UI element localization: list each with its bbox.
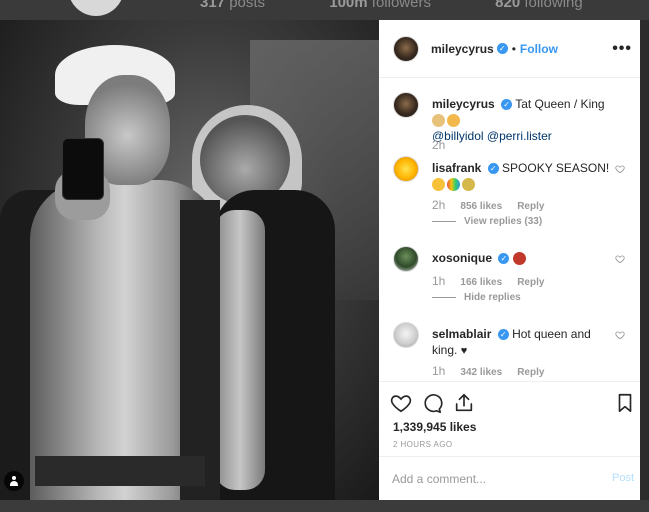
view-replies-link[interactable]: View replies (33): [432, 216, 542, 227]
comment-likes[interactable]: 166 likes: [460, 277, 502, 288]
post-comment-button[interactable]: Post: [612, 472, 634, 484]
add-comment-section: Post: [379, 456, 640, 501]
black-heart-icon: ♥: [460, 345, 468, 357]
caption-text: Tat Queen / King: [515, 97, 605, 111]
comment-time[interactable]: 1h: [432, 274, 445, 288]
caption-username[interactable]: mileycyrus: [432, 97, 495, 111]
comment-body: lisafrank ✓ SPOOKY SEASON!: [432, 160, 612, 192]
comment-meta: 2h 856 likes Reply: [432, 198, 544, 212]
queen-emoji-icon: [432, 114, 445, 128]
comment-meta: 1h 166 likes Reply: [432, 274, 544, 288]
comment-item: xosonique ✓ 1h 166 likes Reply Hide repl…: [393, 246, 633, 316]
profile-header-strip: 317 posts 100m followers 820 following: [0, 0, 649, 20]
verified-badge-icon: ✓: [496, 43, 508, 54]
comment-avatar[interactable]: [393, 246, 419, 272]
photo-phone: [62, 138, 104, 200]
comment-username[interactable]: xosonique: [432, 251, 492, 265]
post-side-panel: mileycyrus ✓ • Follow ••• mileycyrus ✓ T…: [379, 20, 640, 500]
comments-list[interactable]: mileycyrus ✓ Tat Queen / King @billyidol…: [379, 78, 640, 381]
post-photo[interactable]: [0, 20, 379, 500]
verified-badge-icon: ✓: [497, 329, 509, 341]
comment-username[interactable]: selmablair: [432, 327, 491, 341]
person-icon: [9, 476, 19, 486]
devil-emoji-icon: [512, 252, 526, 266]
separator-dot: •: [511, 41, 516, 56]
comment-body: selmablair ✓ Hot queen and king. ♥: [432, 326, 612, 359]
comment-like-heart-icon[interactable]: [615, 254, 625, 264]
stat-posts[interactable]: 317 posts: [200, 0, 295, 11]
profile-avatar: [68, 0, 124, 16]
comment-item: selmablair ✓ Hot queen and king. ♥ 1h 34…: [393, 322, 633, 381]
comment-likes[interactable]: 856 likes: [460, 201, 502, 212]
comment-avatar[interactable]: [393, 156, 419, 182]
comment-body: xosonique ✓: [432, 250, 612, 266]
verified-badge-icon: ✓: [501, 99, 513, 111]
comment-like-heart-icon[interactable]: [615, 164, 625, 174]
post-actions: 1,339,945 likes 2 HOURS AGO Post: [379, 381, 640, 500]
author-username[interactable]: mileycyrus: [431, 42, 494, 56]
caption-body: mileycyrus ✓ Tat Queen / King @billyidol…: [432, 96, 612, 144]
author-avatar[interactable]: [393, 35, 419, 62]
comment-bubble-icon[interactable]: [421, 392, 443, 414]
comment-reply-button[interactable]: Reply: [517, 367, 544, 378]
king-emoji-icon: [447, 114, 460, 128]
comment-time[interactable]: 2h: [432, 198, 445, 212]
add-comment-input[interactable]: [392, 469, 592, 489]
comment-likes[interactable]: 342 likes: [460, 367, 502, 378]
caption-item: mileycyrus ✓ Tat Queen / King @billyidol…: [393, 92, 633, 152]
sparkles-emoji-icon: [462, 178, 475, 192]
verified-badge-icon: ✓: [487, 163, 499, 175]
backdrop-bottom: [0, 500, 649, 512]
profile-stats: 317 posts 100m followers 820 following: [200, 0, 643, 11]
tagged-people-button[interactable]: [4, 471, 24, 491]
comment-item: lisafrank ✓ SPOOKY SEASON! 2h 856 likes …: [393, 156, 633, 236]
caption-avatar[interactable]: [393, 92, 419, 118]
follow-button[interactable]: Follow: [520, 42, 558, 56]
hide-replies-link[interactable]: Hide replies: [432, 292, 521, 303]
like-heart-icon[interactable]: [390, 392, 412, 414]
bookmark-icon[interactable]: [614, 392, 636, 414]
post-time-ago[interactable]: 2 HOURS AGO: [393, 440, 453, 449]
verified-badge-icon: ✓: [498, 253, 510, 265]
photo-woman-arm: [215, 210, 265, 490]
comment-text: SPOOKY SEASON!: [502, 161, 610, 175]
comment-like-heart-icon[interactable]: [615, 330, 625, 340]
likes-count[interactable]: 1,339,945 likes: [393, 420, 476, 434]
share-upload-icon[interactable]: [453, 392, 475, 414]
heart-eyes-emoji-icon: [432, 178, 445, 192]
post-header: mileycyrus ✓ • Follow •••: [379, 20, 640, 78]
more-options-icon[interactable]: •••: [612, 40, 632, 58]
stat-followers[interactable]: 100m followers: [329, 0, 461, 11]
caption-time[interactable]: 2h: [432, 138, 445, 152]
comment-time[interactable]: 1h: [432, 364, 445, 378]
comment-reply-button[interactable]: Reply: [517, 201, 544, 212]
backdrop-right: [640, 20, 649, 500]
caption-meta: 2h: [432, 138, 457, 152]
photo-man-jacket-right: [180, 200, 220, 500]
comment-avatar[interactable]: [393, 322, 419, 348]
comment-reply-button[interactable]: Reply: [517, 277, 544, 288]
photo-belt: [35, 456, 205, 486]
comment-username[interactable]: lisafrank: [432, 161, 481, 175]
rainbow-emoji-icon: [447, 178, 460, 192]
stat-following[interactable]: 820 following: [495, 0, 613, 11]
mention-perri-lister[interactable]: @perri.lister: [487, 129, 552, 143]
comment-meta: 1h 342 likes Reply: [432, 364, 544, 378]
